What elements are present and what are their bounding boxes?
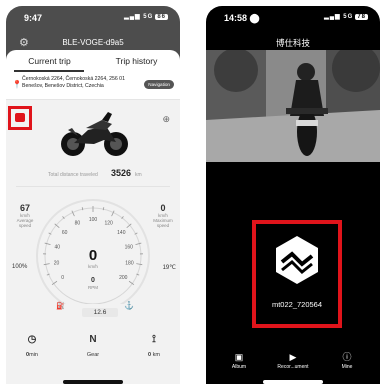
trip-distance-text: 0 km [148,352,160,358]
gear-label: Gear [86,352,100,358]
nav-record-label: Recor...ument [277,364,309,370]
route-icon: ⟟ [152,334,156,345]
gauge-tick-label: 40 [54,244,60,250]
divider [16,186,170,187]
nav-record[interactable]: ▶ Recor...ument [266,352,320,370]
trip-distance: ⟟ 0 km [128,334,180,358]
gauge-tick-label: 20 [54,260,60,266]
nav-mine[interactable]: ⓘ Mine [320,352,374,370]
navigation-button[interactable]: Navigation [144,80,174,89]
device-id: mt022_720564 [271,300,323,309]
gauge-tick [135,242,142,245]
network-label: 5G [143,14,154,20]
tab-trip-history[interactable]: Trip history [93,56,180,66]
rider-photo [206,50,380,162]
album-icon[interactable]: ▣ [212,352,266,362]
status-bar: 9:47 ▂▄▆ 5G 86 [6,6,180,26]
locate-icon[interactable]: ⊕ [162,114,170,125]
trip-time-text: 0min [26,352,38,358]
app-title: 博仕科技 [275,38,310,48]
gauge-tick [43,263,50,266]
home-indicator [63,380,123,384]
trip-tabs: Current trip Trip history [6,50,180,72]
address-text: Černokoská 2264, Černokoská 2264, 256 01… [22,76,125,89]
device-card-highlight[interactable]: mt022_720564 [252,220,342,328]
info-icon[interactable]: ⓘ [320,352,374,362]
gauge-tick-label: 80 [75,220,81,226]
speedometer: 0 20 40 60 80 100 120 140 160 180 200 0 km/h 0 RPM [36,199,150,304]
record-icon[interactable]: ▶ [266,352,320,362]
clock-icon: ◷ [27,334,37,345]
rpm-value: 0 [91,277,95,284]
nav-album[interactable]: ▣ Album [212,352,266,370]
location-bar: 📍 Černokoská 2264, Černokoská 2264, 256 … [6,72,180,100]
temperature: 19℃ [162,265,176,271]
motorcycle-image [61,112,128,156]
network-label: 5G [343,14,354,20]
battery-badge: 78 [355,14,368,20]
location-pin-icon: 📍 [12,80,22,89]
gauge-tick-label: 140 [117,230,126,236]
gauge-tick-label: 100 [89,217,98,223]
nav-album-label: Album [231,364,247,370]
gauge-tick-label: 180 [125,260,134,266]
gauge-tick [136,263,143,266]
gear-letter: N [89,334,97,345]
nav-mine-label: Mine [341,364,353,370]
right-phone-screen: 14:58 ⬤ ▂▄▆ 5G 78 博仕科技 mt022_720564 ▣ Al… [206,6,380,384]
total-distance-value: 3526 [111,168,132,178]
gear-indicator: N Gear [67,334,119,358]
device-name: BLE-VOGE-d9a5 [62,38,124,47]
screenshot-stage: 9:47 ▂▄▆ 5G 86 ⚙ BLE-VOGE-d9a5 Current tr… [0,0,383,384]
total-distance-unit: km [135,172,142,178]
left-phone-screen: 9:47 ▂▄▆ 5G 86 ⚙ BLE-VOGE-d9a5 Current tr… [6,6,180,384]
status-time: 9:47 [24,13,43,23]
status-time: 14:58 ⬤ [224,13,260,23]
rider-photo-image [206,50,380,162]
battery-percent: 100% [12,264,28,270]
anchor-icon: ⚓ [124,301,134,310]
speed-unit: km/h [88,264,98,269]
status-right: ▂▄▆ 5G 86 [124,14,168,20]
total-distance-label: Total distance traveled [48,172,98,178]
status-right: ▂▄▆ 5G 78 [324,14,368,20]
gauge-tick-label: 120 [104,220,113,226]
odometer: 12.6 [82,308,118,317]
status-bar: 14:58 ⬤ ▂▄▆ 5G 78 [206,6,380,26]
gauge-tick-label: 200 [119,275,128,281]
speed-value: 0 [89,247,97,264]
trip-time: ◷ 0min [6,334,58,358]
gauge-tick-label: 0 [61,275,64,281]
gauge-tick-label: 60 [62,230,68,236]
rpm-unit: RPM [88,285,98,290]
camera-button-highlight[interactable] [8,106,32,130]
gauge-tick [44,242,51,245]
brand-logo-icon [276,236,318,284]
gauge-tick-label: 160 [125,244,134,250]
fuel-icon: ⛽ [56,303,65,310]
home-indicator [263,380,323,384]
tab-current-trip[interactable]: Current trip [6,56,93,66]
battery-badge: 86 [155,14,168,20]
camera-icon[interactable] [15,113,25,122]
